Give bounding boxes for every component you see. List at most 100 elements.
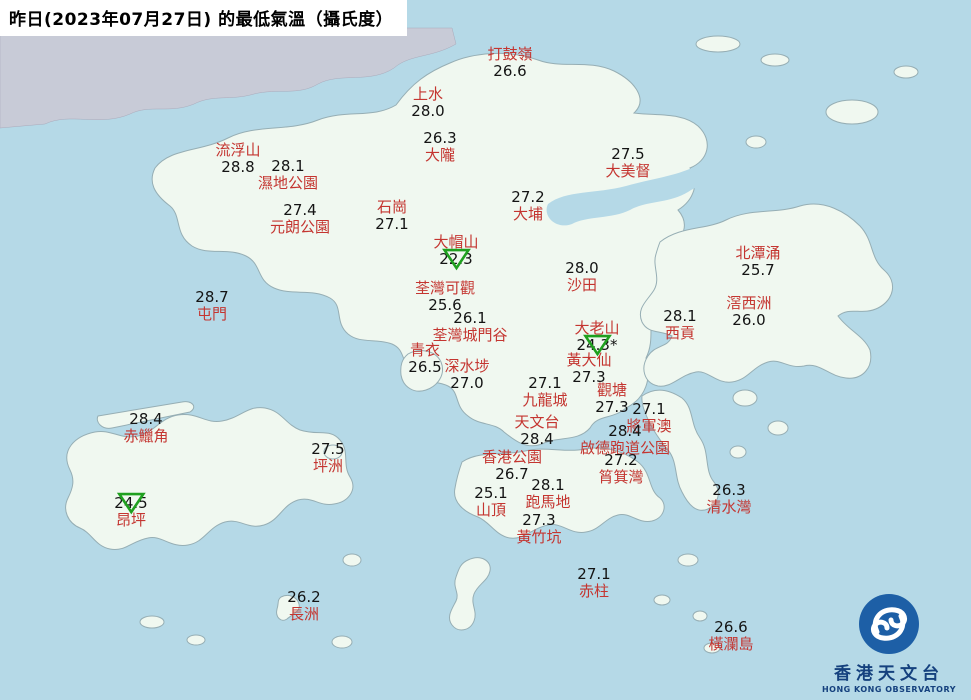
station-name: 屯門 [196, 305, 227, 323]
station-value: 26.0 [732, 312, 765, 329]
station-value-text: 28.8 [221, 158, 255, 176]
station-value-text: 27.1 [375, 215, 409, 233]
station-value: 26.2 [287, 589, 320, 606]
min-temp-triangle-icon [116, 492, 146, 514]
station-value: 25.7 [741, 262, 774, 279]
station-label: 大老山 24.3* [574, 320, 620, 356]
station-label: 上水 28.0 [411, 86, 444, 120]
station-value-text: 26.3 [423, 129, 457, 147]
station-value-text: 26.6 [493, 62, 527, 80]
station-value-text: 27.3 [595, 398, 629, 416]
station-label: 元朗公園 27.4 [270, 202, 330, 236]
station-value: 26.1 [453, 310, 486, 327]
station-value-text: 28.0 [411, 102, 445, 120]
station-value-text: 25.1 [474, 484, 508, 502]
station-value: 27.1 [577, 566, 610, 583]
station-value-text: 28.4 [129, 410, 163, 428]
station-label: 沙田 28.0 [565, 260, 598, 294]
station-value-text: 28.7 [195, 288, 229, 306]
station-value: 27.2 [604, 452, 637, 469]
station-name: 濕地公園 [257, 174, 319, 192]
station-label: 滘西洲 26.0 [726, 295, 771, 329]
station-value: 28.1 [663, 308, 696, 325]
station-value: 26.3 [423, 130, 456, 147]
station-label: 西貢 28.1 [663, 308, 696, 342]
station-name: 荃灣城門谷 [432, 326, 508, 344]
station-value-text: 27.5 [311, 440, 345, 458]
station-value: 27.4 [283, 202, 316, 219]
station-value: 28.8 [221, 159, 254, 176]
station-value-text: 28.0 [565, 259, 599, 277]
station-value-text: 26.7 [495, 465, 529, 483]
station-value-text: 27.1 [577, 565, 611, 583]
station-value-text: 28.4 [520, 430, 554, 448]
station-value: 26.3 [712, 482, 745, 499]
station-label: 山頂 25.1 [474, 485, 507, 519]
station-name: 橫瀾島 [708, 635, 754, 653]
station-label: 黃竹坑 27.3 [516, 512, 561, 546]
station-name: 赤柱 [578, 582, 609, 600]
station-name: 昂坪 [115, 511, 146, 529]
station-value-text: 26.5 [408, 358, 442, 376]
station-value: 26.5 [408, 359, 441, 376]
station-name: 石崗 [376, 198, 407, 216]
station-label: 赤柱 27.1 [577, 566, 610, 600]
station-value: 28.1 [271, 158, 304, 175]
station-value-text: 28.4 [608, 422, 642, 440]
station-value: 25.1 [474, 485, 507, 502]
station-value-text: 27.4 [283, 201, 317, 219]
station-name: 大美督 [605, 162, 651, 180]
station-value: 28.7 [195, 289, 228, 306]
station-label: 大美督 27.5 [605, 146, 650, 180]
station-value: 26.6 [493, 63, 526, 80]
station-label: 屯門 28.7 [195, 289, 228, 323]
station-value: 28.1 [531, 477, 564, 494]
min-temp-triangle-icon [441, 248, 471, 270]
station-value-text: 26.2 [287, 588, 321, 606]
station-value: 26.7 [495, 466, 528, 483]
weather-map-screen: 昨日(2023年07月27日) 的最低氣溫（攝氏度） 打鼓嶺 26.6 上水 2… [0, 0, 971, 700]
station-label: 天文台 28.4 [514, 414, 559, 448]
station-name: 青衣 [409, 341, 440, 359]
station-name: 打鼓嶺 [487, 45, 533, 63]
station-name: 天文台 [514, 413, 560, 431]
station-label: 跑馬地 28.1 [525, 477, 570, 511]
station-name: 山頂 [475, 501, 506, 519]
station-name: 沙田 [566, 276, 597, 294]
station-name: 上水 [412, 85, 443, 103]
station-name: 長洲 [288, 605, 319, 623]
station-value: 27.5 [311, 441, 344, 458]
station-label: 坪洲 27.5 [311, 441, 344, 475]
station-value-text: 27.2 [511, 188, 545, 206]
station-value-text: 27.2 [604, 451, 638, 469]
station-value-text: 26.3 [712, 481, 746, 499]
station-value: 27.2 [511, 189, 544, 206]
station-value-text: 28.1 [271, 157, 305, 175]
station-name: 清水灣 [706, 498, 752, 516]
station-name: 黃竹坑 [516, 528, 562, 546]
station-name: 荃灣可觀 [414, 279, 476, 297]
station-label: 流浮山 28.8 [215, 142, 260, 176]
station-value-text: 27.5 [611, 145, 645, 163]
station-value-text: 28.1 [531, 476, 565, 494]
station-name: 九龍城 [522, 391, 568, 409]
station-value-text: 26.1 [453, 309, 487, 327]
hko-logo-icon [859, 594, 919, 654]
station-label: 打鼓嶺 26.6 [487, 46, 532, 80]
station-label: 大帽山 22.3 [433, 234, 479, 270]
station-label: 橫瀾島 26.6 [708, 619, 753, 653]
station-value: 27.1 [632, 401, 665, 418]
station-label: 青衣 26.5 [408, 342, 441, 376]
station-value: 28.0 [565, 260, 598, 277]
station-label: 荃灣城門谷 26.1 [432, 310, 507, 344]
station-name: 滘西洲 [726, 294, 772, 312]
station-label: 石崗 27.1 [375, 199, 408, 233]
map-title: 昨日(2023年07月27日) 的最低氣溫（攝氏度） [0, 0, 408, 36]
station-name: 元朗公園 [269, 218, 331, 236]
station-value-text: 27.3 [522, 511, 556, 529]
station-label: 深水埗 27.0 [444, 358, 489, 392]
station-label: 赤鱲角 28.4 [123, 411, 168, 445]
station-value: 28.0 [411, 103, 444, 120]
station-value: 28.4 [129, 411, 162, 428]
station-value: 27.0 [450, 375, 483, 392]
